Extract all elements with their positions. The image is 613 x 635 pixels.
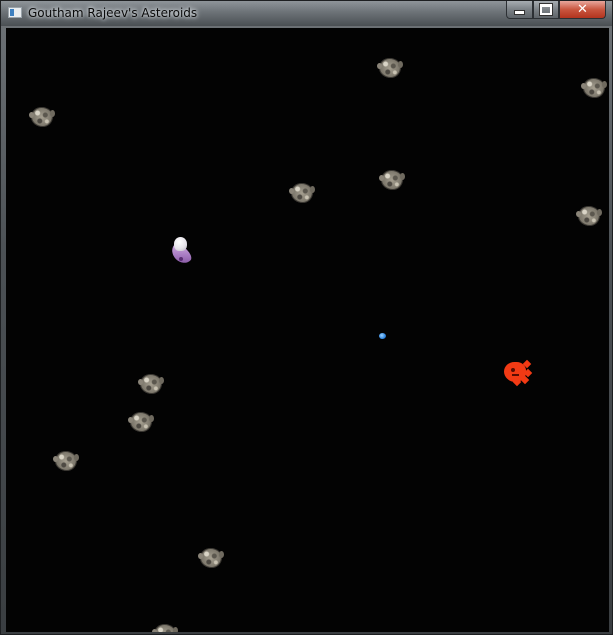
window-title: Goutham Rajeev's Asteroids — [28, 6, 198, 20]
app-window: Goutham Rajeev's Asteroids ✕ — [0, 0, 613, 635]
maximize-icon — [539, 3, 553, 16]
ship-dome — [174, 237, 187, 251]
enemy-mouth — [512, 374, 519, 376]
minimize-button[interactable] — [506, 1, 533, 19]
app-window-icon[interactable] — [8, 7, 22, 18]
asteroid — [377, 58, 403, 78]
minimize-icon — [514, 10, 525, 15]
game-canvas[interactable] — [6, 28, 609, 632]
bullet-icon — [379, 333, 386, 339]
enemy-eye — [511, 368, 515, 372]
title-bar[interactable]: Goutham Rajeev's Asteroids ✕ — [1, 1, 612, 26]
spaceship-icon — [166, 235, 196, 268]
asteroid — [128, 412, 154, 432]
asteroid — [29, 107, 55, 127]
close-icon: ✕ — [577, 2, 588, 17]
asteroid — [289, 183, 315, 203]
close-button[interactable]: ✕ — [559, 1, 606, 19]
asteroid — [138, 374, 164, 394]
asteroid — [576, 206, 602, 226]
enemy-body — [504, 362, 526, 382]
alien-creature-icon — [502, 359, 533, 387]
asteroid — [581, 78, 607, 98]
ship-marker — [179, 257, 183, 261]
asteroid — [152, 624, 178, 632]
maximize-button[interactable] — [533, 1, 559, 19]
asteroid — [379, 170, 405, 190]
asteroid — [53, 451, 79, 471]
asteroid — [198, 548, 224, 568]
